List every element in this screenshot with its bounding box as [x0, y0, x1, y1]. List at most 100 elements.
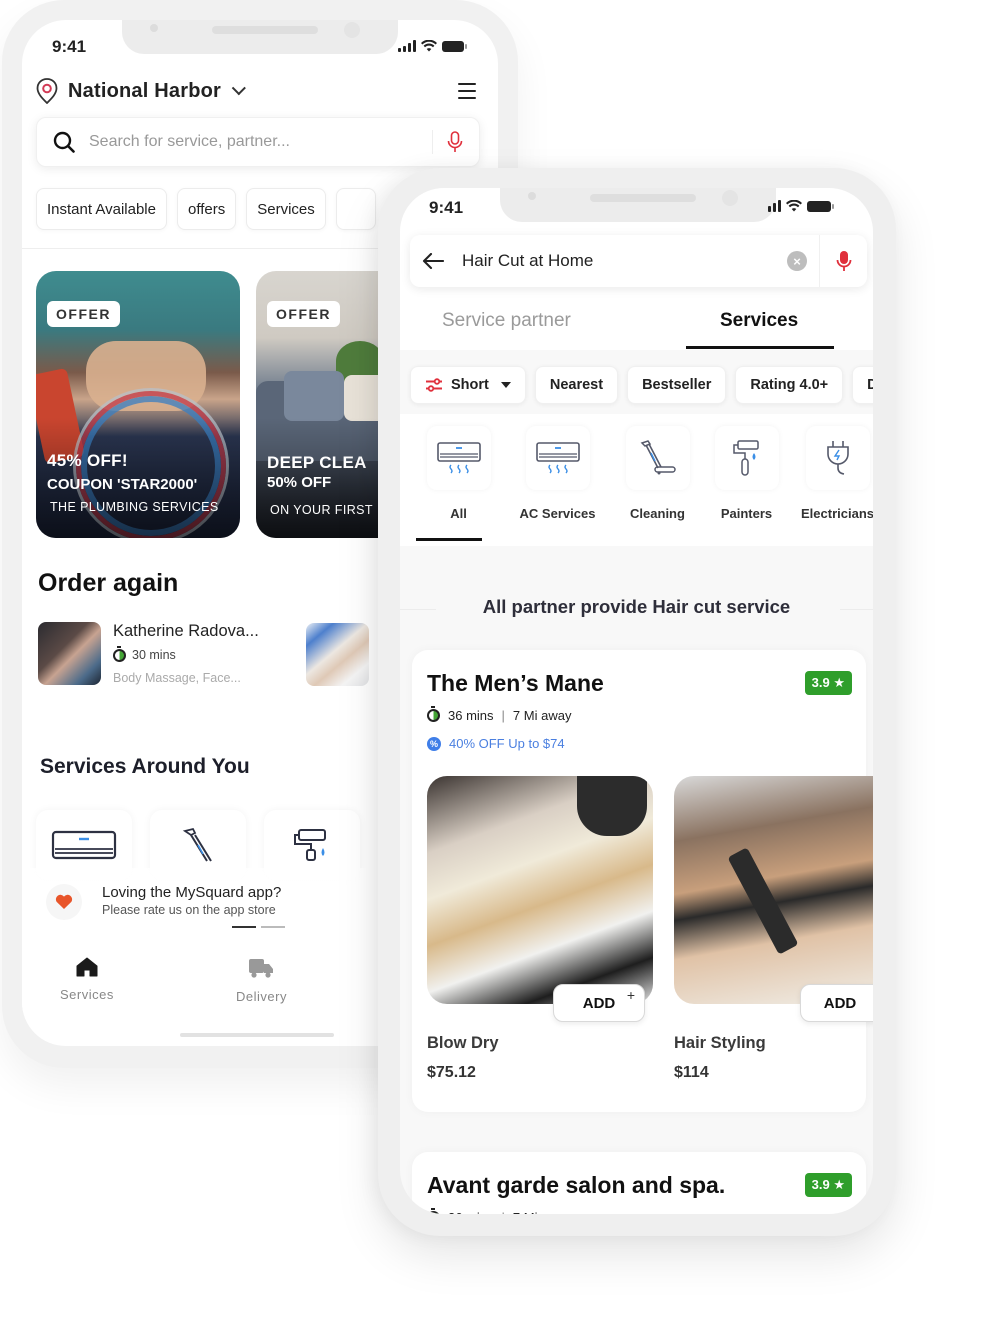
location-selector[interactable]: National Harbor — [36, 76, 476, 106]
add-button[interactable]: ADD + — [553, 984, 645, 1022]
order-services: Body Massage, Face... — [113, 671, 241, 685]
category-list: All AC Services Cleaning Painters Electr… — [412, 426, 873, 521]
partner-name: Avant garde salon and spa. — [427, 1172, 726, 1198]
wifi-icon — [786, 200, 802, 212]
tab-delivery[interactable]: Delivery — [236, 957, 287, 1004]
paint-roller-icon — [294, 829, 326, 861]
discount-icon: % — [427, 736, 441, 751]
result-tabs: Service partner Services — [400, 310, 873, 350]
back-arrow-icon[interactable] — [422, 253, 444, 269]
sort-dropdown[interactable]: Short — [410, 366, 526, 404]
star-icon: ★ — [833, 675, 845, 690]
chip-more[interactable] — [335, 188, 376, 230]
phone-notch — [500, 188, 776, 222]
ac-icon — [436, 442, 481, 474]
offer-subtitle: THE PLUMBING SERVICES — [50, 500, 219, 514]
home-icon — [76, 957, 98, 977]
partner-meta: 36 mins | 7 Mi away — [427, 706, 571, 723]
microphone-button[interactable] — [819, 235, 867, 287]
hamburger-menu-icon[interactable] — [458, 83, 476, 99]
status-time: 9:41 — [429, 198, 464, 217]
caret-down-icon — [500, 382, 511, 388]
timer-icon — [427, 1208, 440, 1214]
vacuum-icon — [182, 827, 212, 862]
active-category-indicator — [416, 538, 482, 541]
tab-services[interactable]: Services — [60, 957, 114, 1002]
service-item-blow-dry[interactable]: ADD + Blow Dry $75.12 — [427, 776, 653, 1081]
rating-badge: 3.9 ★ — [804, 671, 852, 695]
filter-bestseller[interactable]: Bestseller — [627, 366, 727, 404]
results-heading: All partner provide Hair cut service — [482, 596, 791, 617]
partner-card[interactable]: Avant garde salon and spa. 3.9 ★ 36 mins… — [412, 1152, 866, 1214]
phone-search-results: 9:41 × Service partner Services Short — [378, 168, 896, 1236]
tab-services[interactable]: Services — [720, 310, 798, 332]
carousel-indicator — [232, 926, 285, 928]
blow-dry-image — [427, 776, 653, 1004]
search-divider — [432, 130, 433, 154]
chip-services[interactable]: Services — [246, 188, 326, 230]
offer-tag: OFFER — [47, 301, 120, 327]
services-around-title: Services Around You — [40, 755, 250, 778]
order-duration: 30 mins — [113, 645, 176, 662]
partner-name: The Men’s Mane — [427, 670, 604, 696]
service-item-hair-styling[interactable]: ADD Hair Styling $114 — [674, 776, 873, 1081]
ac-icon — [535, 442, 580, 474]
partner-discount: % 40% OFF Up to $74 — [427, 736, 565, 751]
partner-card[interactable]: The Men’s Mane 3.9 ★ 36 mins | 7 Mi away… — [412, 650, 873, 1112]
filter-chips: Short Nearest Bestseller Rating 4.0+ D — [410, 366, 873, 404]
facial-thumbnail[interactable] — [306, 623, 369, 686]
category-ac-services[interactable]: AC Services — [511, 426, 604, 521]
signal-icon — [768, 200, 781, 212]
chevron-down-icon — [231, 81, 246, 96]
sliders-icon — [426, 378, 442, 392]
tab-service-partner[interactable]: Service partner — [442, 310, 571, 332]
plus-icon: + — [626, 987, 635, 1003]
search-bar[interactable] — [36, 117, 480, 167]
chip-offers[interactable]: offers — [176, 188, 237, 230]
quick-filter-chips: Instant Available offers Services — [36, 188, 376, 230]
truck-icon — [249, 959, 274, 978]
provider-name: Katherine Radova... — [113, 622, 259, 640]
battery-icon — [807, 201, 834, 212]
offer-card-plumbing[interactable]: OFFER 45% OFF! COUPON 'STAR2000' THE PLU… — [36, 271, 240, 538]
service-price: $114 — [674, 1064, 709, 1081]
category-electricians[interactable]: Electricians — [791, 426, 873, 521]
search-bar[interactable]: × — [410, 235, 867, 287]
star-icon: ★ — [833, 1177, 845, 1192]
category-all[interactable]: All — [412, 426, 505, 521]
category-painters[interactable]: Painters — [700, 426, 793, 521]
add-button[interactable]: ADD — [800, 984, 873, 1022]
microphone-icon[interactable] — [447, 131, 463, 153]
category-cleaning[interactable]: Cleaning — [611, 426, 704, 521]
rating-badge: 3.9 ★ — [804, 1173, 852, 1197]
wifi-icon — [421, 40, 437, 52]
service-name: Blow Dry — [427, 1034, 499, 1052]
filter-nearest[interactable]: Nearest — [534, 366, 619, 404]
status-icons — [768, 200, 834, 212]
timer-icon — [113, 645, 126, 662]
timer-icon — [427, 706, 440, 722]
offer-coupon: COUPON 'STAR2000' — [47, 476, 198, 493]
offer-headline: DEEP CLEA — [267, 453, 367, 472]
filter-rating[interactable]: Rating 4.0+ — [735, 366, 844, 404]
battery-icon — [442, 41, 467, 52]
clear-search-icon[interactable]: × — [787, 251, 807, 271]
filter-more[interactable]: D — [852, 366, 873, 404]
status-icons — [398, 40, 467, 52]
offer-subtitle: ON YOUR FIRST — [270, 503, 373, 517]
rate-title: Loving the MySquard app? — [102, 884, 282, 901]
search-input[interactable] — [89, 133, 432, 151]
ac-icon — [51, 830, 117, 860]
search-input[interactable] — [462, 251, 787, 271]
order-again-title: Order again — [38, 569, 179, 597]
search-icon — [53, 131, 75, 153]
heart-icon — [55, 894, 73, 909]
home-indicator — [180, 1033, 334, 1037]
paint-roller-icon — [732, 440, 759, 476]
massage-thumbnail — [38, 622, 101, 685]
chip-instant-available[interactable]: Instant Available — [36, 188, 167, 230]
service-name: Hair Styling — [674, 1034, 766, 1052]
offer-tag: OFFER — [267, 301, 340, 327]
active-tab-indicator — [686, 346, 834, 349]
phone-notch — [122, 20, 398, 54]
